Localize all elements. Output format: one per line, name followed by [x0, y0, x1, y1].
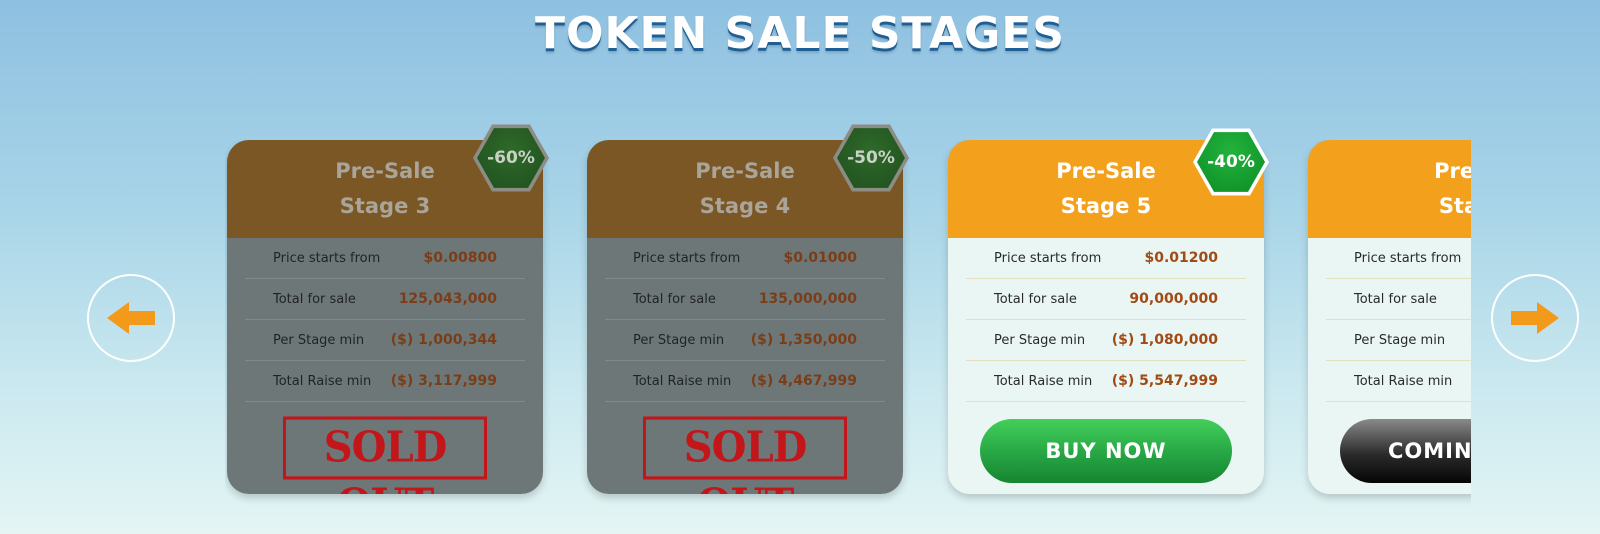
- per-stage-min-label: Per Stage min: [633, 332, 725, 348]
- card-body: Price starts from $0.01200 Total for sal…: [948, 238, 1264, 494]
- total-raise-min-row: Total Raise min ($) 5,547,999: [966, 361, 1246, 402]
- total-raise-min-label: Total Raise min: [633, 373, 732, 389]
- discount-badge-label: -60%: [477, 128, 545, 188]
- page-title: TOKEN SALE STAGES: [534, 8, 1066, 59]
- buy-now-button[interactable]: BUY NOW: [980, 419, 1232, 483]
- per-stage-min-row: Per Stage min: [1326, 320, 1471, 361]
- discount-badge-label: -50%: [837, 128, 905, 188]
- price-row: Price starts from $0.01000: [605, 238, 885, 279]
- card-heading: Pre-Sale: [695, 159, 795, 183]
- card-stage: Stag: [1438, 194, 1471, 218]
- card-stage: Stage 5: [1060, 194, 1152, 218]
- stages-carousel: Pre-Sale Stage 3 Price starts from $0.00…: [225, 140, 1471, 510]
- price-row: Price starts from $0.01200: [966, 238, 1246, 279]
- sold-out-stamp: SOLD OUT: [283, 416, 487, 494]
- card-heading: Pre-S: [1434, 159, 1471, 183]
- total-row: Total for sale: [1326, 279, 1471, 320]
- price-label: Price starts from: [1354, 250, 1462, 266]
- total-raise-min-row: Total Raise min ($) 4,467,999: [605, 361, 885, 402]
- total-row: Total for sale 125,043,000: [245, 279, 525, 320]
- total-label: Total for sale: [633, 291, 716, 307]
- card-body: Price starts from $0.00800 Total for sal…: [227, 238, 543, 494]
- price-value: $0.01000: [783, 250, 857, 266]
- per-stage-min-value: ($) 1,350,000: [750, 332, 857, 348]
- per-stage-min-row: Per Stage min ($) 1,080,000: [966, 320, 1246, 361]
- sold-out-stamp: SOLD OUT: [643, 416, 847, 494]
- price-label: Price starts from: [273, 250, 381, 266]
- total-raise-min-row: Total Raise min: [1326, 361, 1471, 402]
- per-stage-min-label: Per Stage min: [1354, 332, 1446, 348]
- prev-button[interactable]: [87, 274, 175, 362]
- discount-badge-label: -40%: [1197, 132, 1265, 192]
- price-value: $0.00800: [423, 250, 497, 266]
- total-raise-min-label: Total Raise min: [1354, 373, 1453, 389]
- stage-card: Pre-Sale Stage 3 Price starts from $0.00…: [227, 140, 543, 494]
- total-raise-min-value: ($) 3,117,999: [390, 373, 497, 389]
- card-heading: Pre-Sale: [335, 159, 435, 183]
- total-raise-min-row: Total Raise min ($) 3,117,999: [245, 361, 525, 402]
- total-value: 135,000,000: [758, 291, 857, 307]
- total-value: 125,043,000: [398, 291, 497, 307]
- stage-card: Pre-Sale Stage 4 Price starts from $0.01…: [587, 140, 903, 494]
- per-stage-min-label: Per Stage min: [273, 332, 365, 348]
- coming-soon-button[interactable]: COMING: [1340, 419, 1471, 483]
- total-label: Total for sale: [994, 291, 1077, 307]
- card-body: Price starts from $0.01000 Total for sal…: [587, 238, 903, 494]
- stage-card: Pre-S Stag Price starts from Total for s…: [1308, 140, 1471, 494]
- price-label: Price starts from: [994, 250, 1102, 266]
- per-stage-min-label: Per Stage min: [994, 332, 1086, 348]
- total-raise-min-value: ($) 5,547,999: [1111, 373, 1218, 389]
- total-raise-min-label: Total Raise min: [273, 373, 372, 389]
- per-stage-min-value: ($) 1,080,000: [1111, 332, 1218, 348]
- total-row: Total for sale 90,000,000: [966, 279, 1246, 320]
- price-row: Price starts from: [1326, 238, 1471, 279]
- price-value: $0.01200: [1144, 250, 1218, 266]
- next-button[interactable]: [1491, 274, 1579, 362]
- price-row: Price starts from $0.00800: [245, 238, 525, 279]
- total-value: 90,000,000: [1129, 291, 1218, 307]
- total-raise-min-label: Total Raise min: [994, 373, 1093, 389]
- total-label: Total for sale: [1354, 291, 1437, 307]
- card-stage: Stage 4: [699, 194, 791, 218]
- total-row: Total for sale 135,000,000: [605, 279, 885, 320]
- price-label: Price starts from: [633, 250, 741, 266]
- card-heading: Pre-Sale: [1056, 159, 1156, 183]
- arrow-right-icon: [1511, 302, 1559, 334]
- card-body: Price starts from Total for sale Per Sta…: [1308, 238, 1471, 494]
- arrow-left-icon: [107, 302, 155, 334]
- card-stage: Stage 3: [339, 194, 431, 218]
- card-header: Pre-S Stag: [1308, 140, 1471, 238]
- total-label: Total for sale: [273, 291, 356, 307]
- total-raise-min-value: ($) 4,467,999: [750, 373, 857, 389]
- per-stage-min-row: Per Stage min ($) 1,350,000: [605, 320, 885, 361]
- per-stage-min-value: ($) 1,000,344: [390, 332, 497, 348]
- per-stage-min-row: Per Stage min ($) 1,000,344: [245, 320, 525, 361]
